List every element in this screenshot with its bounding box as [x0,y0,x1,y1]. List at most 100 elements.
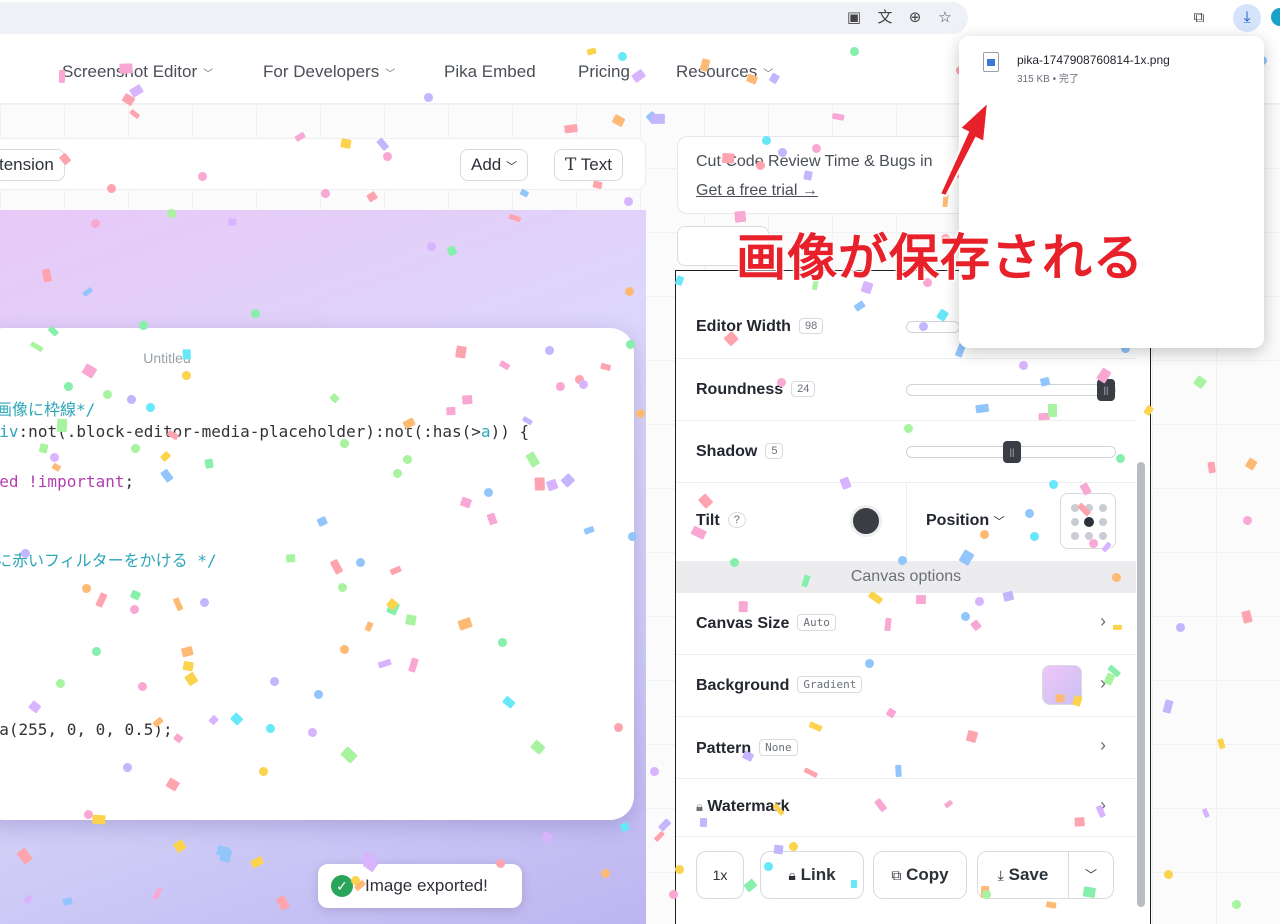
text-button[interactable]: T Text [554,149,623,181]
shadow-slider[interactable]: || [906,441,1116,463]
free-trial-link[interactable]: Get a free trial → [696,182,818,200]
nav-item-pika-embed[interactable]: Pika Embed [444,62,536,82]
export-toast: ✓ Image exported! [318,864,522,908]
confetti-piece [1048,403,1057,417]
zoom-icon[interactable]: ⊕ [905,8,925,28]
confetti-piece [563,123,578,133]
confetti-piece [974,403,989,414]
canvas-options-header: Canvas options [676,561,1136,593]
download-popup: pika-1747908760814-1x.png 315 KB • 完了 [959,36,1264,348]
screenshot-icon[interactable]: ▣ [844,8,864,28]
chevron-down-icon: ﹀ [385,69,396,80]
chevron-right-icon: › [1100,735,1106,755]
help-icon: ? [727,512,746,528]
copy-icon: ⧉ [891,867,902,883]
confetti-piece [1113,625,1122,631]
confetti-piece [182,660,194,671]
confetti-piece [773,844,784,855]
confetti-piece [1039,376,1051,387]
confetti-piece [979,529,990,540]
check-circle-icon: ✓ [331,875,353,897]
chevron-right-icon: › [1100,611,1106,631]
annotation-arrow [938,99,990,198]
confetti-piece [1207,461,1216,474]
code-line: gba(255, 0, 0, 0.5); [0,720,173,739]
roundness-row: Roundness 24 || [676,359,1136,421]
confetti-piece [915,595,926,604]
pattern-row[interactable]: Pattern None › [676,717,1136,779]
confetti-piece [649,766,660,777]
nav-item-pricing[interactable]: Pricing [578,62,630,82]
confetti-piece [228,218,237,226]
chevron-down-icon: ﹀ [203,69,214,80]
confetti-piece [138,320,149,331]
lock-icon: 🔒︎ [696,799,703,814]
value-badge: Auto [797,614,836,631]
confetti-piece [286,554,296,563]
nav-item-screenshot-editor[interactable]: Screenshot Editor ﹀ [62,62,213,82]
add-button[interactable]: Add ﹀ [460,149,528,181]
scale-button[interactable]: 1x [696,851,744,899]
confetti-piece [535,476,546,491]
panel-scrollbar[interactable] [1137,462,1145,907]
background-row[interactable]: Background Gradient › [676,655,1136,717]
nav-item-resources[interactable]: Resources ﹀ [676,62,773,82]
extension-button[interactable]: tension [0,149,65,181]
nav-item-for-developers[interactable]: For Developers ﹀ [263,62,395,82]
code-line: 像に赤いフィルターをかける */ [0,551,217,570]
code-line: red !important; [0,472,135,491]
confetti-piece [56,418,68,433]
text-icon: T [565,155,577,175]
download-file-name[interactable]: pika-1747908760814-1x.png [1017,53,1170,67]
divider [906,483,907,561]
tilt-row: Tilt? Position ﹀ [676,483,1136,561]
watermark-row[interactable]: 🔒︎ Watermark › [676,779,1136,837]
confetti-piece [446,406,456,416]
confetti-piece [91,814,106,825]
confetti-piece [404,614,417,626]
value-badge: 24 [791,381,816,397]
editor-width-slider[interactable] [906,321,960,333]
image-file-icon [983,52,999,72]
confetti-piece [851,879,858,888]
confetti-piece [203,457,214,469]
translate-icon[interactable]: 文 [875,8,895,28]
confetti-piece [58,70,66,83]
confetti-piece [455,345,467,359]
copy-button[interactable]: ⧉ Copy [873,851,967,899]
confetti-piece [461,394,473,405]
value-badge: Gradient [797,676,863,693]
confetti-piece [699,817,708,827]
browser-toolbar: ▣ 文 ⊕ ☆ ⧉ ⤓ [0,0,1280,40]
slider-handle[interactable]: || [1003,441,1021,463]
position-dropdown[interactable]: Position ﹀ [926,512,1005,530]
chevron-down-icon: ﹀ [993,516,1005,528]
code-line: い画像に枠線*/ [0,400,96,419]
download-icon[interactable]: ⤓ [1233,4,1261,32]
value-badge: 5 [765,443,784,459]
confetti-piece [721,152,735,164]
confetti-piece [1074,817,1085,827]
download-status: 315 KB • 完了 [1017,74,1079,85]
confetti-piece [183,348,192,360]
chevron-down-icon: ﹀ [505,161,517,173]
chevron-down-icon: ﹀ [1084,868,1097,882]
confetti-piece [651,114,665,125]
save-icon: ⤓ [997,867,1004,883]
link-button[interactable]: 🔒︎ Link [760,851,864,899]
annotation-text: 画像が保存される [735,229,1144,287]
confetti-piece [738,601,748,613]
tilt-knob[interactable] [850,505,882,537]
avatar[interactable] [1271,8,1280,26]
code-line: >div:not(.block-editor-media-placeholder… [0,422,530,441]
puzzle-icon[interactable]: ⧉ [1189,8,1209,28]
roundness-slider[interactable]: || [906,379,1116,401]
lock-icon: 🔒︎ [788,867,796,883]
address-bar[interactable] [0,2,968,34]
confetti-piece [894,765,902,778]
slider-handle[interactable]: || [1097,379,1115,401]
editor-toolbar: tension Add ﹀ T Text [0,138,646,190]
value-badge: 98 [798,318,824,334]
value-badge: None [759,739,798,756]
star-icon[interactable]: ☆ [935,8,955,28]
